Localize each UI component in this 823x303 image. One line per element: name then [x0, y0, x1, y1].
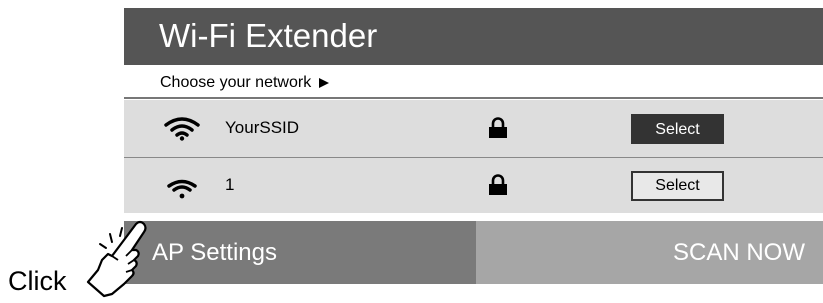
select-button-1[interactable]: Select: [631, 171, 724, 201]
play-arrow-icon: [319, 78, 330, 88]
lock-icon: [489, 174, 507, 195]
stage: Wi-Fi Extender Choose your network YourS…: [0, 0, 823, 303]
click-callout-label: Click: [8, 266, 67, 296]
lock-icon: [489, 117, 507, 138]
network-ssid: YourSSID: [225, 118, 300, 137]
bottom-action-bar: AP Settings SCAN NOW: [124, 221, 823, 284]
network-prompt-label: Choose your network: [160, 74, 312, 91]
title-bar: Wi-Fi Extender: [124, 8, 823, 65]
network-ssid: 1: [225, 175, 235, 194]
network-prompt: Choose your network: [160, 68, 330, 98]
ap-settings-button[interactable]: AP Settings: [124, 221, 476, 284]
wifi-extender-panel: Wi-Fi Extender Choose your network YourS…: [124, 8, 823, 284]
scan-now-button[interactable]: SCAN NOW: [476, 221, 823, 284]
ap-settings-label: AP Settings: [152, 239, 277, 266]
wifi-icon: [164, 117, 200, 141]
pointing-hand-icon: [86, 220, 147, 298]
network-row-yourssid[interactable]: YourSSID Select: [124, 100, 823, 157]
header-divider: [124, 97, 823, 99]
network-row-1[interactable]: 1 Select: [124, 158, 823, 213]
scan-now-label: SCAN NOW: [673, 239, 805, 266]
page-title: Wi-Fi Extender: [159, 17, 378, 54]
wifi-icon: [167, 179, 197, 199]
select-button-yourssid[interactable]: Select: [631, 114, 724, 144]
